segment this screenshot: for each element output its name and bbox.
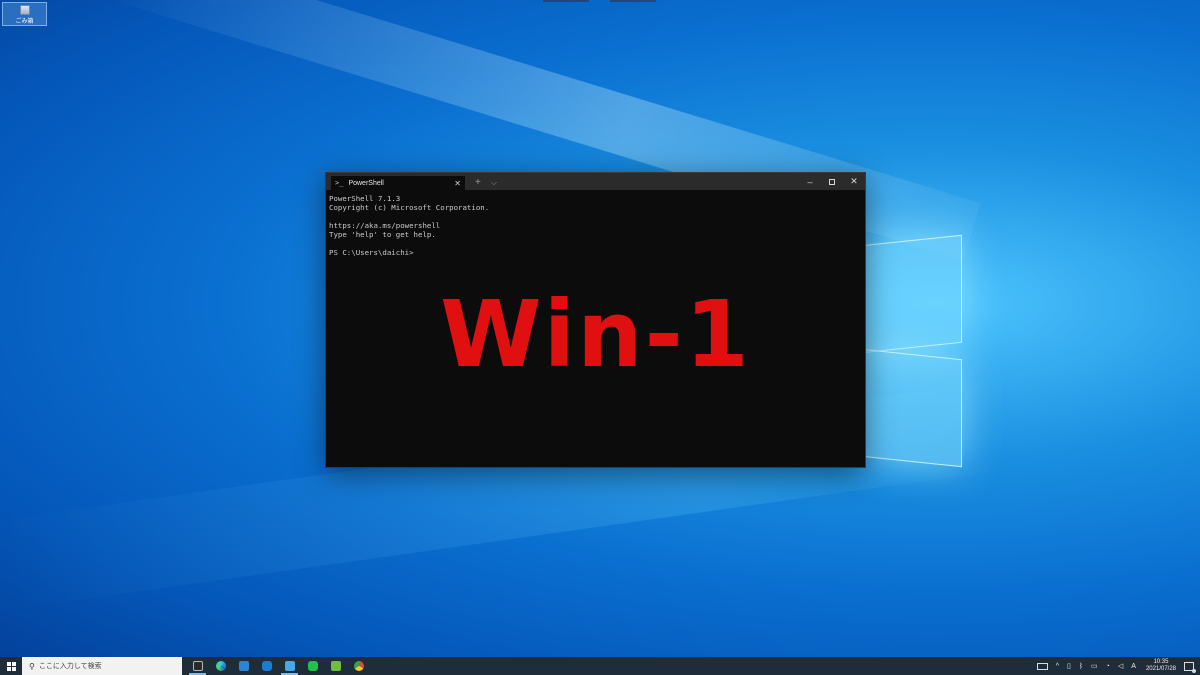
battery-icon[interactable]: ▯ [1067, 662, 1071, 670]
start-button[interactable] [0, 657, 22, 675]
taskbar-app-line[interactable] [301, 657, 324, 675]
terminal-output[interactable]: PowerShell 7.1.3 Copyright (c) Microsoft … [326, 190, 865, 261]
clock[interactable]: 10:35 2021/07/28 [1146, 659, 1176, 673]
bluetooth-icon[interactable]: ᛒ [1079, 663, 1083, 670]
tab-powershell[interactable]: >_ PowerShell ✕ [331, 176, 465, 190]
line-icon [307, 661, 318, 671]
close-button[interactable]: ✕ [843, 173, 865, 190]
taskbar-app-chrome[interactable] [347, 657, 370, 675]
windows-logo-pane [862, 348, 962, 468]
top-edge-mark [610, 0, 656, 2]
overlay-label: Win-1 [440, 281, 751, 388]
chevron-down-icon[interactable]: ⌵ [491, 176, 497, 190]
powershell-icon: >_ [335, 179, 344, 187]
recycle-bin-icon [19, 5, 30, 15]
edge-icon [215, 661, 226, 671]
windows-logo-pane [862, 234, 962, 354]
taskbar-app-mail[interactable] [232, 657, 255, 675]
search-box[interactable]: ⚲ ここに入力して検索 [22, 657, 182, 675]
window-controls: – ✕ [799, 173, 865, 190]
maximize-button[interactable] [821, 173, 843, 190]
notification-icon[interactable] [1184, 661, 1196, 673]
taskbar: ⚲ ここに入力して検索 ^ ▯ ᛒ ▭ ◔ ◁ A 10:35 2021/07/… [0, 657, 1200, 675]
clock-date: 2021/07/28 [1145, 666, 1176, 672]
search-placeholder: ここに入力して検索 [38, 663, 102, 670]
volume-icon[interactable]: ◁ [1118, 662, 1123, 670]
terminal-line: https://aka.ms/powershell [329, 221, 441, 230]
clock-time: 10:35 [1153, 659, 1169, 665]
tab-close-icon[interactable]: ✕ [454, 179, 461, 188]
chevron-up-icon[interactable]: ^ [1056, 663, 1059, 670]
desktop-icon-label: ごみ箱 [15, 19, 34, 25]
taskbar-app-box[interactable] [255, 657, 278, 675]
taskbar-app-store[interactable] [278, 657, 301, 675]
ime-indicator[interactable]: A [1131, 663, 1136, 670]
title-bar[interactable]: >_ PowerShell ✕ + ⌵ – ✕ [326, 173, 865, 190]
chrome-icon [353, 661, 364, 671]
terminal-window[interactable]: >_ PowerShell ✕ + ⌵ – ✕ PowerShell 7.1.3… [325, 172, 866, 468]
windows-start-icon [6, 661, 16, 671]
mail-icon [238, 661, 249, 671]
minimize-button[interactable]: – [799, 173, 821, 190]
terminal-line: Type 'help' to get help. [329, 230, 436, 239]
new-tab-button[interactable]: + [475, 176, 481, 190]
keyboard-icon[interactable] [1036, 662, 1048, 670]
taskbar-app-green[interactable] [324, 657, 347, 675]
terminal-prompt: PS C:\Users\daichi> [329, 248, 414, 257]
recycle-bin-desktop-icon[interactable]: ごみ箱 [2, 2, 47, 26]
windows-terminal-icon [192, 661, 203, 671]
taskbar-app-edge[interactable] [209, 657, 232, 675]
wifi-icon[interactable]: ◔ [1106, 663, 1110, 670]
pinned-apps [186, 657, 370, 675]
search-icon: ⚲ [29, 661, 35, 671]
top-edge-mark [543, 0, 589, 2]
app-icon [261, 661, 272, 671]
system-tray: ^ ▯ ᛒ ▭ ◔ ◁ A 10:35 2021/07/28 [1033, 657, 1200, 675]
display-icon[interactable]: ▭ [1091, 662, 1098, 670]
green-app-icon [330, 661, 341, 671]
maximize-icon [829, 178, 835, 185]
terminal-line: Copyright (c) Microsoft Corporation. [329, 203, 490, 212]
terminal-line: PowerShell 7.1.3 [329, 194, 401, 203]
store-icon [284, 661, 295, 671]
tab-title: PowerShell [348, 179, 384, 187]
taskbar-app-terminal[interactable] [186, 657, 209, 675]
